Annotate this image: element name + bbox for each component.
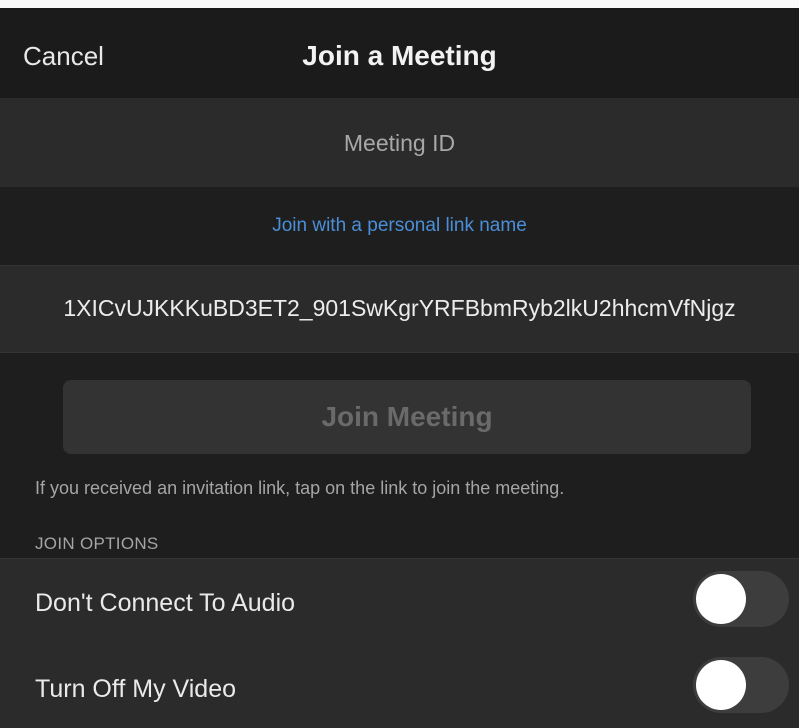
option-row-video: Turn Off My Video bbox=[0, 645, 799, 728]
display-name-field[interactable]: 1XICvUJKKKuBD3ET2_901SwKgrYRFBbmRyb2lkU2… bbox=[0, 265, 799, 353]
display-name-value: 1XICvUJKKKuBD3ET2_901SwKgrYRFBbmRyb2lkU2… bbox=[63, 295, 736, 321]
join-meeting-button[interactable]: Join Meeting bbox=[63, 380, 751, 454]
audio-toggle[interactable] bbox=[693, 571, 789, 627]
personal-link-name-link[interactable]: Join with a personal link name bbox=[0, 215, 799, 237]
join-options-header: JOIN OPTIONS bbox=[35, 534, 159, 553]
toggle-knob bbox=[696, 574, 746, 624]
video-toggle[interactable] bbox=[693, 657, 789, 713]
option-row-audio: Don't Connect To Audio bbox=[0, 558, 799, 646]
top-edge-strip bbox=[0, 0, 799, 8]
option-label-audio: Don't Connect To Audio bbox=[35, 589, 296, 617]
page-title: Join a Meeting bbox=[302, 40, 497, 71]
toggle-knob bbox=[696, 660, 746, 710]
option-label-video: Turn Off My Video bbox=[35, 675, 237, 703]
navigation-bar: Cancel Join a Meeting bbox=[0, 8, 799, 99]
meeting-id-input[interactable] bbox=[0, 99, 799, 187]
invitation-hint-text: If you received an invitation link, tap … bbox=[35, 478, 565, 498]
